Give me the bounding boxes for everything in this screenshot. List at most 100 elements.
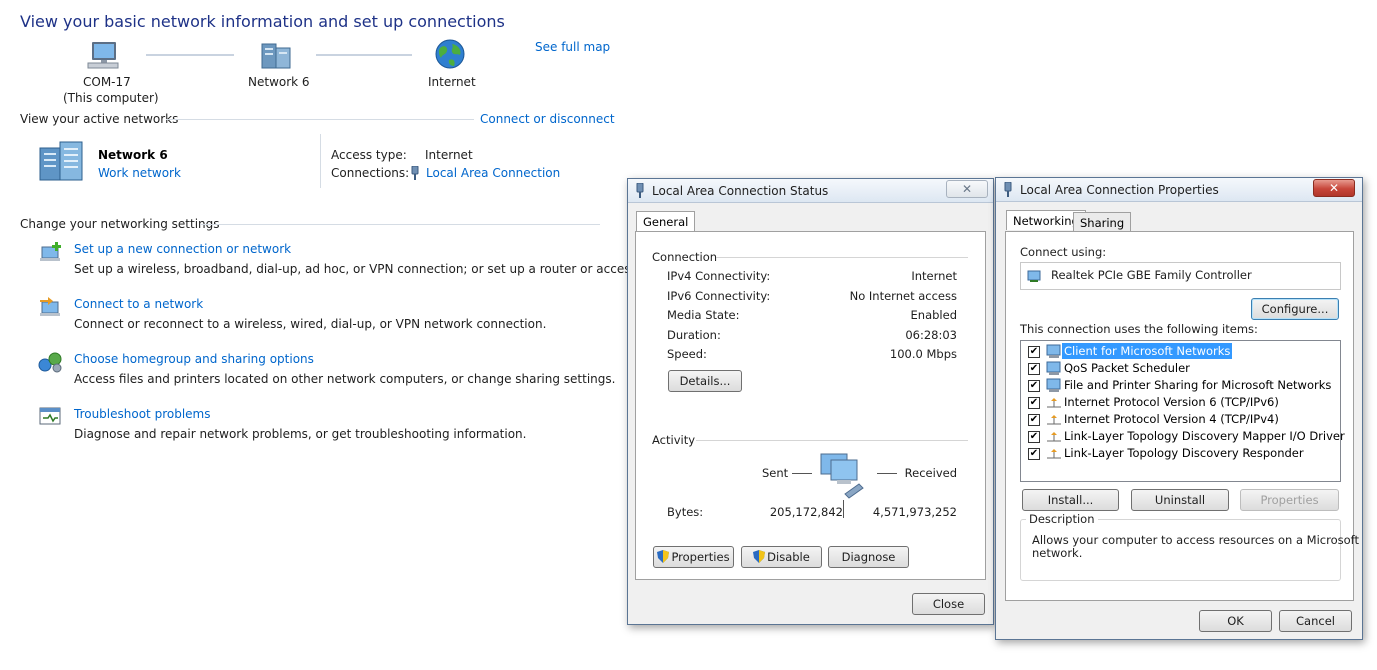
page-title: View your basic network information and … [20,12,505,31]
ethernet-plug-icon [1004,182,1012,197]
item-checkbox[interactable]: ✔ [1028,397,1040,409]
item-checkbox[interactable]: ✔ [1028,346,1040,358]
service-icon [1046,378,1061,392]
tab-general[interactable]: General [636,211,696,231]
item-checkbox[interactable]: ✔ [1028,380,1040,392]
item-label[interactable]: Link-Layer Topology Discovery Responder [1064,446,1304,460]
cancel-button[interactable]: Cancel [1279,610,1352,632]
duration-label: Duration: [667,328,721,342]
network-adapter-icon [1027,270,1041,282]
disable-button[interactable]: Disable [741,546,822,568]
item-label[interactable]: Link-Layer Topology Discovery Mapper I/O… [1064,429,1345,443]
connect-or-disconnect-link[interactable]: Connect or disconnect [480,112,615,126]
new-connection-icon [40,242,61,261]
close-icon[interactable]: ✕ [946,180,988,198]
task-link[interactable]: Troubleshoot problems [74,407,210,421]
uac-shield-icon [753,550,766,563]
close-button[interactable]: Close [912,593,985,615]
divider [320,134,321,188]
configure-button[interactable]: Configure... [1251,298,1339,320]
troubleshoot-icon [39,407,61,425]
ok-button[interactable]: OK [1199,610,1272,632]
task-link[interactable]: Choose homegroup and sharing options [74,352,314,366]
speed-label: Speed: [667,347,707,361]
adapter-name: Realtek PCIe GBE Family Controller [1051,268,1252,282]
divider [792,473,812,474]
protocol-icon [1047,432,1061,442]
properties-dialog: Local Area Connection Properties ✕ Netwo… [995,177,1363,640]
protocol-icon [1047,415,1061,425]
duration-value: 06:28:03 [905,328,957,342]
general-panel: Connection IPv4 Connectivity: Internet I… [635,231,986,580]
computer-icon[interactable] [86,40,122,70]
activity-group-label: Activity [652,433,696,447]
protocol-icon [1047,449,1061,459]
item-checkbox[interactable]: ✔ [1028,448,1040,460]
close-icon[interactable]: ✕ [1313,179,1355,197]
diagnose-button[interactable]: Diagnose [828,546,909,568]
sent-label: Sent [762,466,789,480]
divider [716,257,968,258]
item-properties-button[interactable]: Properties [1240,489,1339,511]
divider [843,500,844,518]
local-area-connection-link[interactable]: Local Area Connection [426,166,560,180]
item-checkbox[interactable]: ✔ [1028,414,1040,426]
speed-value: 100.0 Mbps [889,347,957,361]
uninstall-button[interactable]: Uninstall [1131,489,1229,511]
network-name-map: Network 6 [248,75,310,89]
description-text: Allows your computer to access resources… [1032,533,1359,547]
ipv4-label: IPv4 Connectivity: [667,269,771,283]
properties-titlebar[interactable]: Local Area Connection Properties ✕ [996,178,1362,202]
details-button[interactable]: Details... [668,370,742,392]
uac-shield-icon [657,550,670,563]
task-description: Connect or reconnect to a wireless, wire… [74,317,547,331]
networking-panel: Connect using: Realtek PCIe GBE Family C… [1005,231,1359,601]
see-full-map-link[interactable]: See full map [535,40,610,54]
task-link[interactable]: Set up a new connection or network [74,242,291,256]
properties-button-label: Properties [671,550,730,564]
media-state-label: Media State: [667,308,740,322]
ipv6-label: IPv6 Connectivity: [667,289,771,303]
tab-sharing[interactable]: Sharing [1073,212,1132,232]
connections-label: Connections: [331,166,410,180]
item-label[interactable]: File and Printer Sharing for Microsoft N… [1064,378,1331,392]
adapter-box: Realtek PCIe GBE Family Controller [1020,262,1341,290]
network-icon[interactable] [260,40,294,70]
install-button[interactable]: Install... [1022,489,1119,511]
items-listbox[interactable]: ✔ Client for Microsoft Networks ✔ QoS Pa… [1020,340,1345,482]
connection-group-label: Connection [652,250,718,264]
item-label[interactable]: Internet Protocol Version 6 (TCP/IPv6) [1064,395,1279,409]
active-network-name: Network 6 [98,148,168,162]
media-state-value: Enabled [910,308,957,322]
bytes-received-value: 4,571,973,252 [872,505,957,519]
task-description: Diagnose and repair network problems, or… [74,427,527,441]
item-checkbox[interactable]: ✔ [1028,431,1040,443]
item-checkbox[interactable]: ✔ [1028,363,1040,375]
service-icon [1046,361,1061,375]
homegroup-icon [38,352,62,373]
internet-label: Internet [428,75,476,89]
ethernet-plug-icon [636,183,644,198]
internet-globe-icon[interactable] [434,38,466,70]
access-type-value: Internet [425,148,473,162]
status-titlebar[interactable]: Local Area Connection Status ✕ [628,179,993,203]
task-description: Set up a wireless, broadband, dial-up, a… [74,262,675,276]
change-settings-header: Change your networking settings [20,217,220,231]
task-link[interactable]: Connect to a network [74,297,203,311]
item-label[interactable]: Internet Protocol Version 4 (TCP/IPv4) [1064,412,1279,426]
description-group-label: Description [1026,512,1098,526]
access-type-label: Access type: [331,148,407,162]
map-connector [146,54,234,56]
map-connector [316,54,412,56]
disable-button-label: Disable [767,550,810,564]
connect-using-label: Connect using: [1020,245,1107,259]
properties-button[interactable]: Properties [653,546,734,568]
bytes-sent-value: 205,172,842 [769,505,843,519]
network-activity-icon [820,453,864,499]
computer-subtitle: (This computer) [63,91,159,105]
work-network-link[interactable]: Work network [98,166,181,180]
item-label-selected[interactable]: Client for Microsoft Networks [1062,343,1233,359]
ipv6-value: No Internet access [849,289,957,303]
ipv4-value: Internet [911,269,957,283]
item-label[interactable]: QoS Packet Scheduler [1064,361,1190,375]
